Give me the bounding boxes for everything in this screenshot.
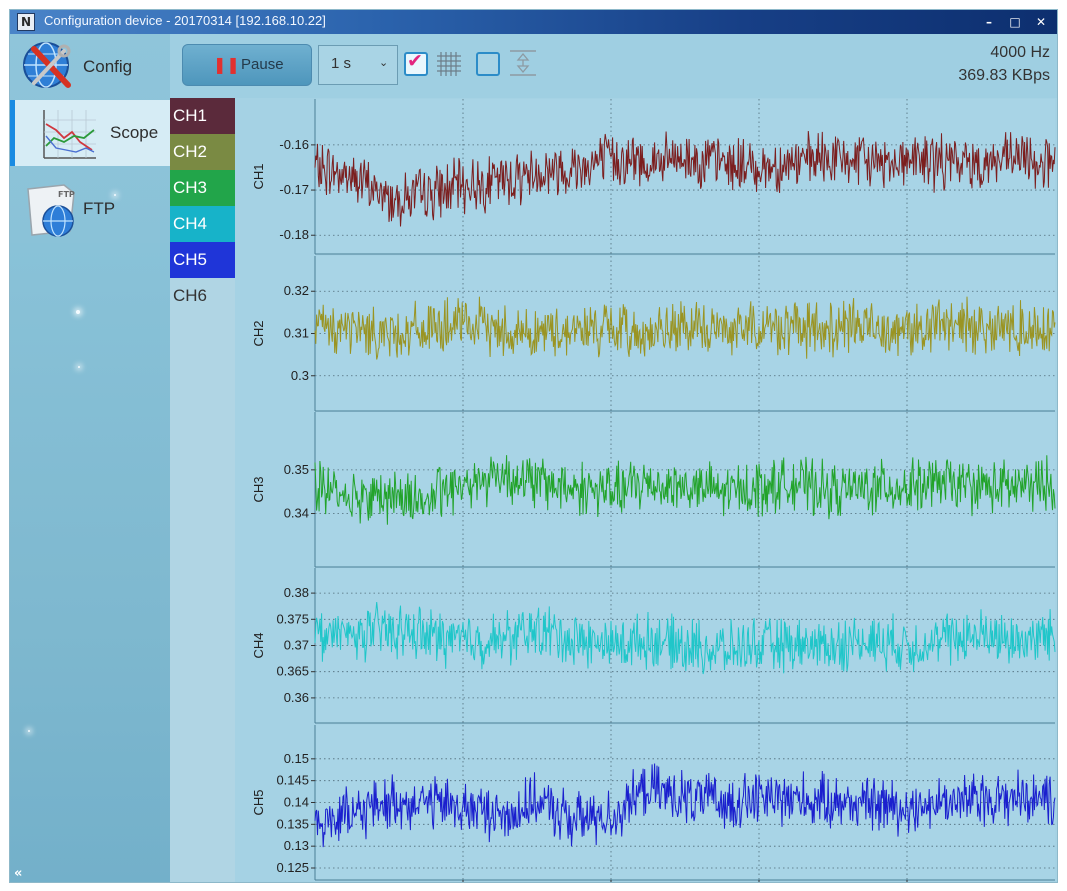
y-axis-label-ch3: CH3 — [251, 476, 266, 502]
y-tick-label: 0.135 — [276, 816, 309, 831]
timebase-value: 1 s — [331, 55, 352, 72]
sidebar-item-label: Config — [83, 57, 133, 76]
y-tick-label: 0.145 — [276, 773, 309, 788]
y-tick-label: 0.32 — [284, 283, 309, 298]
autoscale-checkbox[interactable] — [476, 52, 500, 76]
autoscale-icon[interactable] — [508, 48, 538, 78]
sparkle-decoration — [78, 366, 80, 368]
channel-item-ch3[interactable]: CH3 — [170, 170, 235, 206]
throughput-readout: 369.83 KBps — [958, 67, 1050, 84]
sparkle-decoration — [28, 730, 30, 732]
show-checkbox[interactable]: ✔ — [404, 50, 428, 76]
scope-chart[interactable]: -0.16 -0.17 -0.18 CH1 0.32 0.31 0.3 CH2 0.35 0.34… — [235, 98, 1057, 882]
y-tick-label: 0.125 — [276, 860, 309, 875]
y-axis-label-ch5: CH5 — [251, 789, 266, 815]
y-axis-label-ch2: CH2 — [251, 320, 266, 346]
sidebar-item-config[interactable]: Config — [10, 34, 170, 100]
title-bar[interactable]: N Configuration device - 20170314 [192.1… — [10, 10, 1057, 34]
sidebar-item-label: Scope — [110, 123, 159, 142]
y-tick-label: -0.17 — [279, 182, 309, 197]
collapse-sidebar-button[interactable]: « — [14, 866, 22, 881]
plot-panel-ch1 — [315, 99, 1055, 254]
y-tick-label: 0.38 — [284, 585, 309, 600]
y-tick-label: 0.31 — [284, 326, 309, 341]
timebase-select[interactable]: 1 s ⌄ — [318, 45, 398, 85]
scope-toolbar: ❚❚ Pause 1 s ⌄ ✔ 4000 Hz 369.83 KBps — [170, 34, 1057, 98]
grid-icon[interactable] — [436, 51, 462, 77]
channel-item-ch2[interactable]: CH2 — [170, 134, 235, 170]
check-icon: ✔ — [407, 50, 423, 72]
y-axis-label-ch1: CH1 — [251, 163, 266, 189]
sparkle-decoration — [76, 310, 80, 314]
y-tick-label: 0.37 — [284, 638, 309, 653]
app-logo-icon: N — [17, 13, 35, 31]
sidebar-item-label: FTP — [83, 199, 116, 218]
close-button[interactable]: ✕ — [1030, 11, 1052, 33]
channel-list: CH1 CH2 CH3 CH4 CH5 CH6 — [170, 98, 235, 882]
channel-item-ch5[interactable]: CH5 — [170, 242, 235, 278]
channel-item-ch4[interactable]: CH4 — [170, 206, 235, 242]
scope-plot-area[interactable]: -0.16 -0.17 -0.18 CH1 0.32 0.31 0.3 CH2 0.35 0.34… — [235, 98, 1057, 882]
channel-item-ch1[interactable]: CH1 — [170, 98, 235, 134]
window-title: Configuration device - 20170314 [192.168… — [44, 13, 326, 28]
svg-text:FTP: FTP — [58, 190, 75, 199]
y-axis-label-ch4: CH4 — [251, 632, 266, 658]
sidebar-background — [10, 243, 170, 882]
sample-rate-readout: 4000 Hz — [990, 44, 1050, 61]
ftp-globe-icon: FTP — [27, 184, 75, 237]
sidebar-item-scope[interactable]: Scope — [10, 100, 170, 166]
sidebar-item-ftp[interactable]: FTP FTP — [10, 178, 170, 244]
sidebar: Config Scope FTP FTP « — [10, 34, 170, 882]
pause-button[interactable]: ❚❚ Pause — [182, 44, 312, 86]
y-tick-label: -0.18 — [279, 227, 309, 242]
y-tick-label: -0.16 — [279, 137, 309, 152]
y-tick-label: 0.14 — [284, 795, 309, 810]
y-tick-label: 0.35 — [284, 462, 309, 477]
config-globe-wrench-icon — [23, 42, 71, 88]
y-tick-label: 0.34 — [284, 506, 309, 521]
scope-chart-icon — [43, 110, 96, 159]
y-tick-label: 0.365 — [276, 664, 309, 679]
plot-panel-ch3 — [315, 412, 1055, 567]
y-tick-label: 0.3 — [291, 368, 309, 383]
y-tick-label: 0.15 — [284, 751, 309, 766]
maximize-button[interactable]: □ — [1004, 11, 1026, 33]
y-tick-label: 0.13 — [284, 838, 309, 853]
channel-item-ch6[interactable]: CH6 — [170, 278, 235, 314]
y-tick-label: 0.375 — [276, 611, 309, 626]
y-tick-label: 0.36 — [284, 690, 309, 705]
pause-label: Pause — [241, 56, 284, 73]
minimize-button[interactable]: – — [978, 11, 1000, 33]
pause-icon: ❚❚ — [213, 55, 240, 74]
chevron-down-icon: ⌄ — [379, 57, 389, 69]
app-window: N Configuration device - 20170314 [192.1… — [10, 10, 1057, 882]
